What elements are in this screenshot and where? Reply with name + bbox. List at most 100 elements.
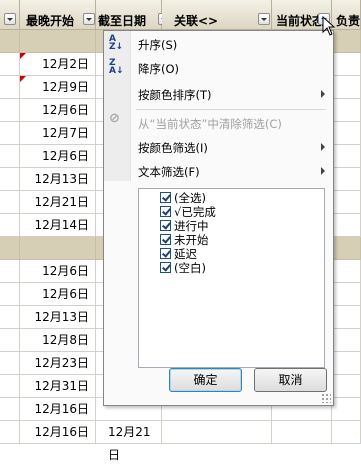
table-cell[interactable]: 12月6日	[20, 99, 96, 122]
submenu-arrow-icon	[321, 167, 325, 175]
menu-item-clear-filter: ⊘ 从“当前状态”中清除筛选(C)	[104, 111, 333, 135]
menu-item-sort-by-color[interactable]: 按颜色排序(T)	[104, 82, 333, 106]
table-cell[interactable]: 12月7日	[20, 122, 96, 145]
table-cell[interactable]	[0, 306, 20, 329]
table-cell[interactable]	[0, 168, 20, 191]
table-cell[interactable]	[0, 421, 20, 444]
menu-item-text-filter[interactable]: 文本筛选(F)	[104, 159, 333, 183]
column-header-due-date[interactable]: 截至日期	[96, 0, 170, 30]
table-cell[interactable]	[332, 145, 361, 168]
clear-filter-icon: ⊘	[109, 111, 120, 126]
table-cell[interactable]	[0, 122, 20, 145]
checkbox-checked-icon[interactable]	[160, 262, 171, 273]
ok-button[interactable]: 确定	[169, 368, 242, 392]
table-cell[interactable]	[0, 398, 20, 421]
table-cell[interactable]: 12月31日	[20, 375, 96, 398]
menu-item-sort-descending[interactable]: Z A↓ 降序(O)	[104, 56, 333, 80]
table-cell[interactable]	[332, 191, 361, 214]
menu-separator	[136, 109, 326, 110]
table-cell[interactable]	[332, 421, 361, 444]
filter-dropdown-button-latest-start[interactable]	[83, 13, 95, 25]
table-cell[interactable]: 12月21日	[20, 191, 96, 214]
resize-grip-icon[interactable]	[321, 393, 331, 403]
table-cell[interactable]	[332, 237, 361, 260]
table-cell[interactable]	[332, 352, 361, 375]
checkbox-checked-icon[interactable]	[160, 248, 171, 259]
table-cell[interactable]	[0, 352, 20, 375]
table-cell[interactable]	[20, 30, 96, 53]
menu-item-filter-by-color[interactable]: 按颜色筛选(I)	[104, 135, 333, 159]
table-cell[interactable]	[332, 99, 361, 122]
checkbox-checked-icon[interactable]	[160, 234, 171, 245]
table-cell[interactable]	[0, 191, 20, 214]
table-cell[interactable]	[272, 421, 332, 444]
column-header-label: 截至日期	[98, 14, 147, 28]
column-header-owner[interactable]: 负责	[332, 0, 361, 30]
table-cell[interactable]: 12月9日	[20, 76, 96, 99]
checkbox-label: 进行中	[174, 219, 209, 233]
checkbox-checked-icon[interactable]	[160, 206, 171, 217]
table-cell[interactable]	[162, 421, 272, 444]
table-cell[interactable]	[332, 214, 361, 237]
filter-dropdown-button-prev[interactable]	[4, 13, 16, 25]
checkbox-label: 延迟	[174, 247, 197, 261]
sort-descending-icon: Z A↓	[109, 58, 124, 76]
checkbox-label: √已完成	[174, 205, 216, 219]
table-cell[interactable]	[332, 329, 361, 352]
table-cell[interactable]	[332, 398, 361, 421]
table-cell[interactable]	[0, 145, 20, 168]
checkbox-label: (全选)	[174, 191, 206, 205]
table-cell[interactable]	[0, 53, 20, 76]
checkbox-label: 未开始	[174, 233, 209, 247]
checkbox-checked-icon[interactable]	[160, 192, 171, 203]
table-cell[interactable]: 12月2日	[20, 53, 96, 76]
table-cell[interactable]	[20, 237, 96, 260]
column-header-label: 当前状态	[276, 14, 325, 28]
cancel-button[interactable]: 取消	[254, 368, 327, 392]
filter-value-list: (全选) √已完成 进行中 未开始 延迟 (空白)	[138, 188, 325, 368]
table-cell[interactable]: 12月13日	[20, 306, 96, 329]
table-cell[interactable]	[0, 283, 20, 306]
table-cell[interactable]	[332, 260, 361, 283]
table-cell[interactable]: 12月6日	[20, 145, 96, 168]
table-cell[interactable]	[332, 306, 361, 329]
menu-item-label: 文本筛选(F)	[138, 165, 200, 179]
column-header-related[interactable]: 关联<>	[162, 0, 272, 30]
table-cell[interactable]	[0, 214, 20, 237]
table-cell[interactable]	[0, 99, 20, 122]
menu-item-label: 从“当前状态”中清除筛选(C)	[138, 117, 282, 131]
menu-item-label: 按颜色筛选(I)	[138, 141, 208, 155]
table-cell[interactable]: 12月8日	[20, 329, 96, 352]
table-cell[interactable]: 12月6日	[20, 283, 96, 306]
mouse-pointer-icon	[322, 16, 336, 36]
table-cell[interactable]	[332, 283, 361, 306]
table-cell[interactable]	[0, 260, 20, 283]
table-cell[interactable]: 12月16日	[20, 421, 96, 444]
table-cell[interactable]	[332, 375, 361, 398]
table-cell[interactable]	[332, 76, 361, 99]
table-cell[interactable]	[0, 329, 20, 352]
comment-indicator-icon	[20, 76, 26, 82]
table-cell[interactable]: 12月6日	[20, 260, 96, 283]
table-cell[interactable]: 12月16日	[20, 398, 96, 421]
table-cell[interactable]	[0, 237, 20, 260]
table-cell[interactable]	[332, 53, 361, 76]
table-cell[interactable]	[332, 30, 361, 53]
table-cell[interactable]: 12月14日	[20, 214, 96, 237]
table-cell[interactable]	[0, 76, 20, 99]
column-header-latest-start[interactable]: 最晚开始	[20, 0, 96, 30]
filter-dropdown-button-related[interactable]	[258, 13, 270, 25]
table-cell[interactable]	[332, 168, 361, 191]
column-header-label: 负责	[336, 14, 361, 28]
table-cell[interactable]	[0, 375, 20, 398]
submenu-arrow-icon	[321, 90, 325, 98]
table-cell[interactable]: 12月13日	[20, 168, 96, 191]
checkbox-checked-icon[interactable]	[160, 220, 171, 231]
menu-item-sort-ascending[interactable]: A Z↓ 升序(S)	[104, 32, 333, 56]
table-cell[interactable]	[332, 122, 361, 145]
table-cell[interactable]: 12月21日	[96, 421, 162, 462]
table-cell[interactable]: 12月23日	[20, 352, 96, 375]
table-row[interactable]: 12月16日 12月21日	[0, 421, 361, 462]
table-cell[interactable]	[0, 30, 20, 53]
column-header-label: 关联<>	[174, 14, 219, 28]
